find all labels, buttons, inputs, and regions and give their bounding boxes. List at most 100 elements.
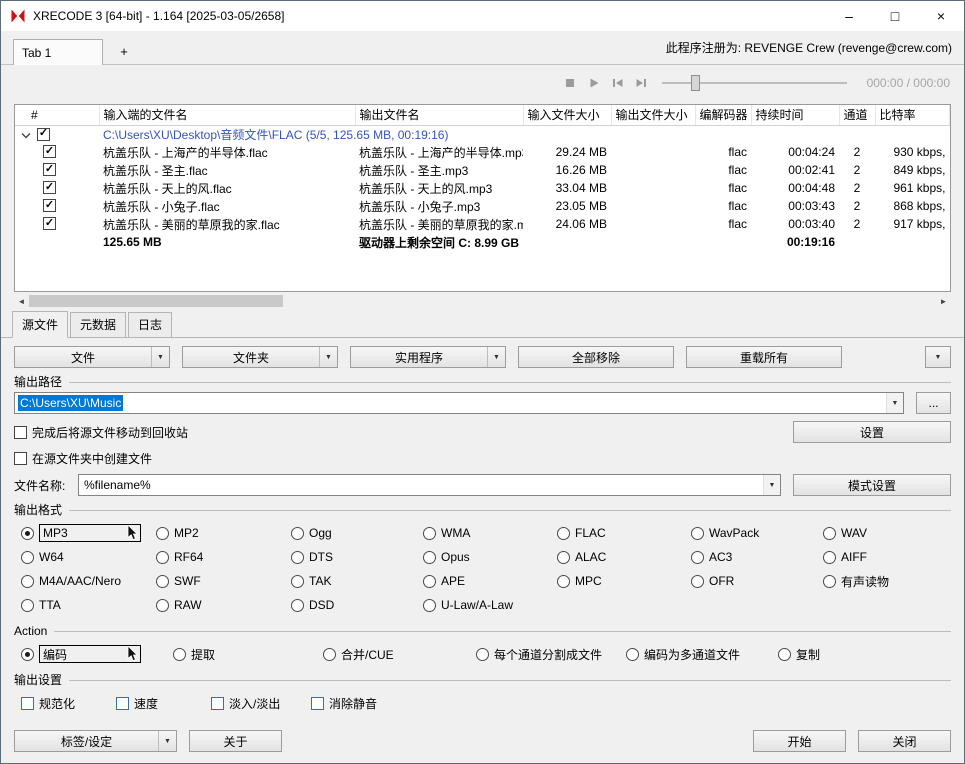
folder-button[interactable]: 文件夹 ▼ bbox=[182, 346, 338, 368]
close-button[interactable]: 关闭 bbox=[858, 730, 951, 752]
table-row[interactable]: 杭盖乐队 - 圣主.flac杭盖乐队 - 圣主.mp316.26 MBflac0… bbox=[15, 161, 950, 179]
output-setting-option[interactable]: 规范化 bbox=[21, 695, 116, 712]
chevron-down-icon[interactable]: ▼ bbox=[763, 475, 780, 495]
format-option[interactable]: Opus bbox=[423, 550, 557, 564]
start-button[interactable]: 开始 bbox=[753, 730, 846, 752]
file-checkbox[interactable] bbox=[43, 181, 56, 194]
checkbox-icon[interactable] bbox=[211, 697, 224, 710]
action-option[interactable]: 编码为多通道文件 bbox=[626, 646, 778, 663]
output-setting-option[interactable]: 淡入/淡出 bbox=[211, 695, 311, 712]
format-option[interactable]: OFR bbox=[691, 574, 823, 588]
browse-button[interactable]: ... bbox=[916, 392, 951, 414]
checkbox-icon[interactable] bbox=[21, 697, 34, 710]
table-row[interactable]: 杭盖乐队 - 上海产的半导体.flac杭盖乐队 - 上海产的半导体.mp329.… bbox=[15, 143, 950, 161]
stop-icon[interactable] bbox=[558, 73, 582, 93]
format-option[interactable]: RF64 bbox=[156, 550, 291, 564]
file-checkbox[interactable] bbox=[43, 199, 56, 212]
filename-combobox[interactable]: %filename% ▼ bbox=[78, 474, 781, 496]
chevron-down-icon[interactable]: ▼ bbox=[487, 347, 505, 367]
format-option[interactable]: U-Law/A-Law bbox=[423, 598, 557, 612]
close-window-button[interactable]: × bbox=[918, 1, 964, 31]
column-header-0[interactable]: # bbox=[15, 105, 99, 125]
format-option[interactable]: WAV bbox=[823, 526, 951, 540]
column-header-8[interactable]: 比特率 bbox=[875, 105, 950, 125]
reload-all-button[interactable]: 重载所有 bbox=[686, 346, 842, 368]
format-option[interactable]: AC3 bbox=[691, 550, 823, 564]
format-option[interactable]: SWF bbox=[156, 574, 291, 588]
tags-settings-button[interactable]: 标签/设定 ▼ bbox=[14, 730, 177, 752]
group-row[interactable]: C:\Users\XU\Desktop\音频文件\FLAC (5/5, 125.… bbox=[15, 125, 950, 143]
table-row[interactable]: 杭盖乐队 - 天上的风.flac杭盖乐队 - 天上的风.mp333.04 MBf… bbox=[15, 179, 950, 197]
subtab-1[interactable]: 元数据 bbox=[70, 312, 126, 338]
pattern-settings-button[interactable]: 模式设置 bbox=[793, 474, 951, 496]
format-option[interactable]: MPC bbox=[557, 574, 691, 588]
horizontal-scrollbar[interactable]: ◄ ► bbox=[14, 294, 951, 308]
format-option[interactable]: WMA bbox=[423, 526, 557, 540]
subtab-2[interactable]: 日志 bbox=[128, 312, 172, 338]
column-header-1[interactable]: 输入端的文件名 bbox=[99, 105, 355, 125]
maximize-button[interactable]: □ bbox=[872, 1, 918, 31]
scrollbar-thumb[interactable] bbox=[29, 295, 283, 307]
format-option[interactable]: MP3 bbox=[21, 524, 156, 542]
expand-icon[interactable] bbox=[21, 132, 31, 139]
format-option[interactable]: RAW bbox=[156, 598, 291, 612]
play-icon[interactable] bbox=[582, 73, 606, 93]
about-button[interactable]: 关于 bbox=[189, 730, 282, 752]
table-row[interactable]: 杭盖乐队 - 小兔子.flac杭盖乐队 - 小兔子.mp323.05 MBfla… bbox=[15, 197, 950, 215]
column-header-2[interactable]: 输出文件名 bbox=[355, 105, 523, 125]
chevron-down-icon[interactable]: ▼ bbox=[158, 731, 176, 751]
action-option[interactable]: 编码 bbox=[21, 645, 173, 663]
format-option[interactable]: TAK bbox=[291, 574, 423, 588]
format-option[interactable]: 有声读物 bbox=[823, 573, 951, 590]
format-option[interactable]: TTA bbox=[21, 598, 156, 612]
format-option[interactable]: Ogg bbox=[291, 526, 423, 540]
scroll-right-icon[interactable]: ► bbox=[936, 294, 951, 308]
output-setting-option[interactable]: 消除静音 bbox=[311, 695, 951, 712]
more-dropdown-button[interactable]: ▼ bbox=[925, 346, 951, 368]
skip-start-icon[interactable] bbox=[606, 73, 630, 93]
output-path-combobox[interactable]: C:\Users\XU\Music ▼ bbox=[14, 392, 904, 414]
format-option[interactable]: APE bbox=[423, 574, 557, 588]
column-header-5[interactable]: 编解码器 bbox=[695, 105, 751, 125]
file-button[interactable]: 文件 ▼ bbox=[14, 346, 170, 368]
action-option[interactable]: 复制 bbox=[778, 646, 951, 663]
format-option[interactable]: MP2 bbox=[156, 526, 291, 540]
utilities-button[interactable]: 实用程序 ▼ bbox=[350, 346, 506, 368]
format-option[interactable]: FLAC bbox=[557, 526, 691, 540]
chevron-down-icon[interactable]: ▼ bbox=[886, 393, 903, 413]
column-header-6[interactable]: 持续时间 bbox=[751, 105, 839, 125]
seek-slider[interactable] bbox=[662, 73, 847, 93]
slider-thumb[interactable] bbox=[691, 75, 700, 91]
format-option[interactable]: M4A/AAC/Nero bbox=[21, 574, 156, 588]
action-option[interactable]: 每个通道分割成文件 bbox=[476, 646, 626, 663]
output-setting-option[interactable]: 速度 bbox=[116, 695, 211, 712]
action-option[interactable]: 提取 bbox=[173, 646, 323, 663]
file-checkbox[interactable] bbox=[43, 145, 56, 158]
format-option[interactable]: W64 bbox=[21, 550, 156, 564]
add-tab-button[interactable]: + bbox=[109, 39, 139, 63]
checkbox-icon[interactable] bbox=[311, 697, 324, 710]
scrollbar-track[interactable] bbox=[29, 294, 936, 308]
skip-end-icon[interactable] bbox=[630, 73, 654, 93]
format-option[interactable]: DSD bbox=[291, 598, 423, 612]
column-header-4[interactable]: 输出文件大小 bbox=[611, 105, 695, 125]
action-option[interactable]: 合并/CUE bbox=[323, 646, 476, 663]
checkbox-icon[interactable] bbox=[116, 697, 129, 710]
chevron-down-icon[interactable]: ▼ bbox=[319, 347, 337, 367]
settings-button[interactable]: 设置 bbox=[793, 421, 951, 443]
tab-1[interactable]: Tab 1 bbox=[13, 39, 103, 65]
format-option[interactable]: DTS bbox=[291, 550, 423, 564]
format-option[interactable]: WavPack bbox=[691, 526, 823, 540]
column-header-3[interactable]: 输入文件大小 bbox=[523, 105, 611, 125]
remove-all-button[interactable]: 全部移除 bbox=[518, 346, 674, 368]
checkbox-icon[interactable] bbox=[14, 452, 27, 465]
group-checkbox[interactable] bbox=[37, 128, 50, 141]
subtab-0[interactable]: 源文件 bbox=[12, 311, 68, 338]
format-option[interactable]: AIFF bbox=[823, 550, 951, 564]
file-checkbox[interactable] bbox=[43, 217, 56, 230]
format-option[interactable]: ALAC bbox=[557, 550, 691, 564]
chevron-down-icon[interactable]: ▼ bbox=[151, 347, 169, 367]
column-header-7[interactable]: 通道 bbox=[839, 105, 875, 125]
file-checkbox[interactable] bbox=[43, 163, 56, 176]
checkbox-icon[interactable] bbox=[14, 426, 27, 439]
